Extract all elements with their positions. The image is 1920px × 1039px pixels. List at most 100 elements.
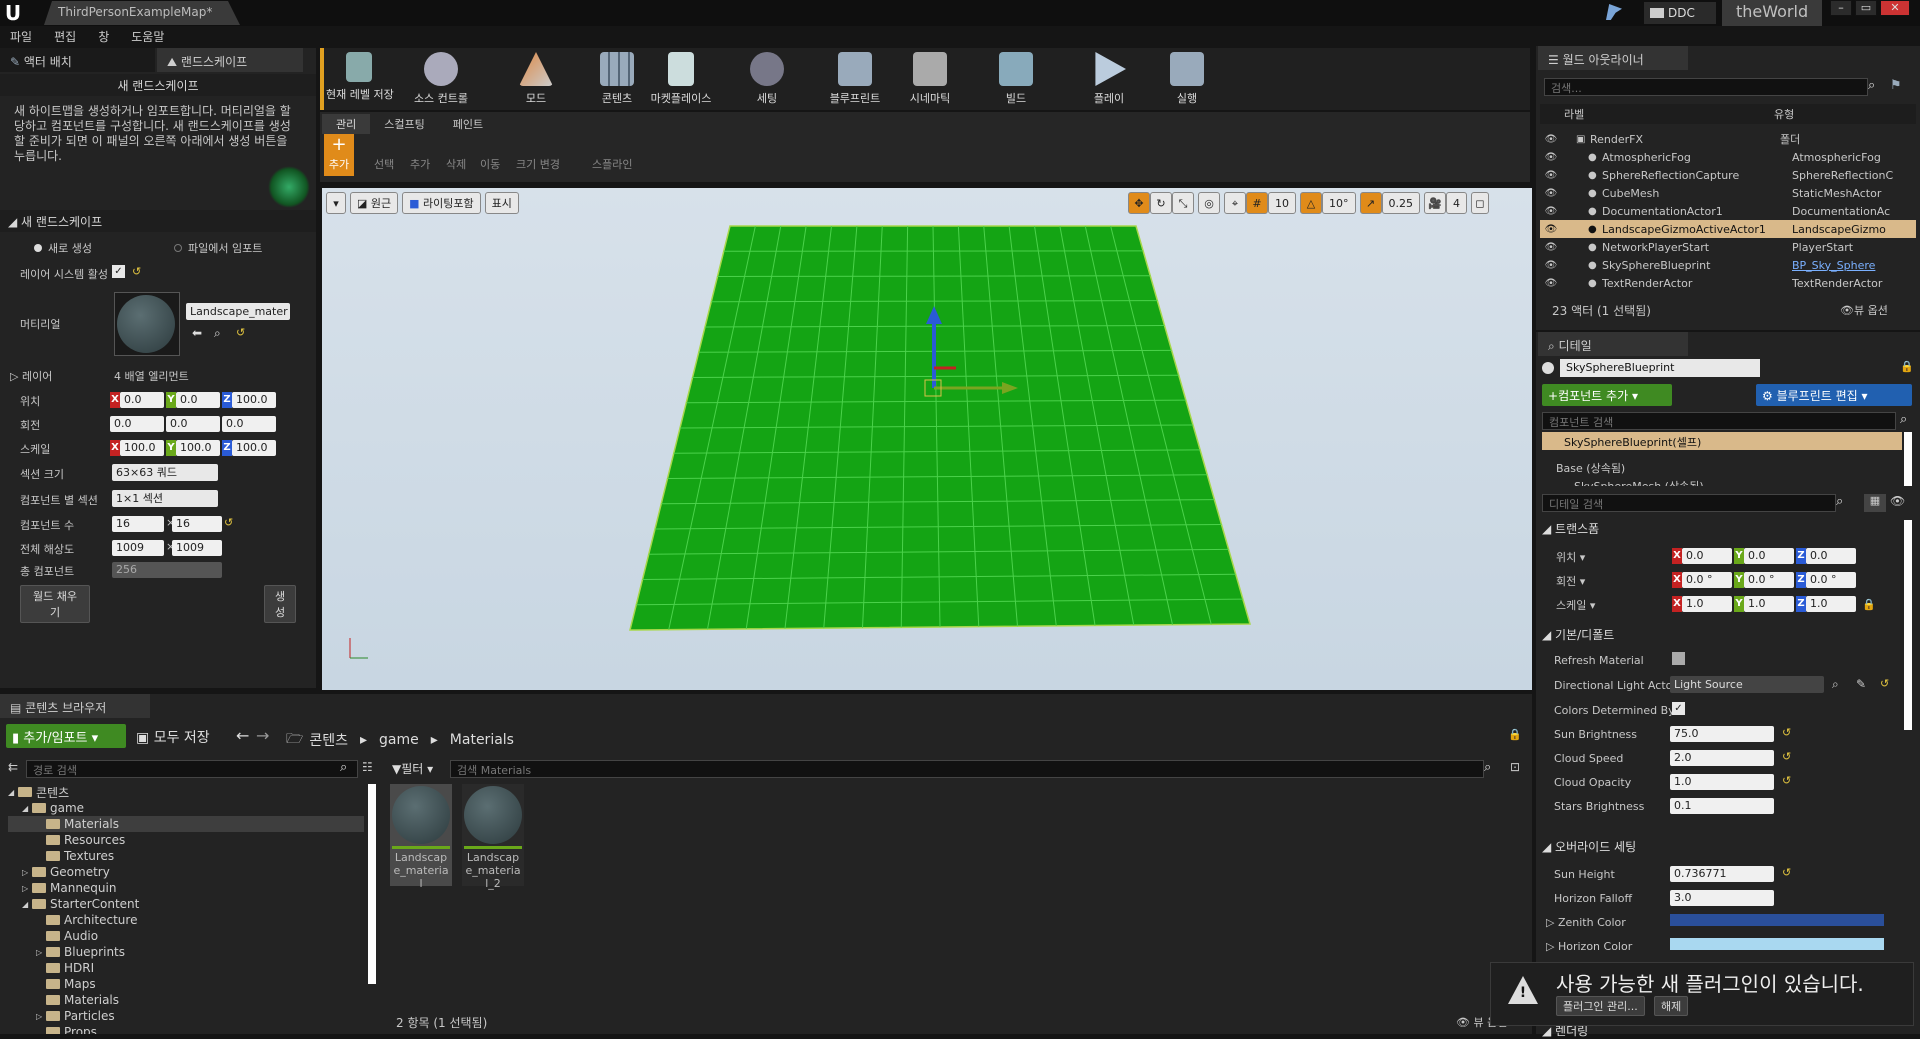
minimize-button[interactable]: – — [1830, 0, 1852, 16]
asset-tile[interactable]: Landscape_material_2 — [462, 784, 524, 886]
default-section[interactable]: ◢ 기본/디폴트 — [1542, 626, 1614, 643]
actor-name-field[interactable]: SkySphereBlueprint — [1560, 359, 1760, 377]
location-y-field[interactable]: 0.0 — [176, 392, 220, 408]
dismiss-button[interactable]: 해제 — [1654, 996, 1688, 1016]
location-x-field[interactable]: 0.0 — [120, 392, 164, 408]
folder-tree-item[interactable]: HDRI — [8, 960, 364, 976]
asset-search-input[interactable]: 검색 Materials — [450, 760, 1484, 778]
browse-search-icon[interactable]: ⌕ — [1832, 677, 1839, 692]
directional-light-actor-dropdown[interactable]: Light Source — [1670, 676, 1824, 693]
resolution-y-field[interactable]: 1009 — [172, 540, 222, 556]
folder-tree-item[interactable]: ▷Geometry — [8, 864, 364, 880]
sun-brightness-field[interactable]: 75.0 — [1670, 726, 1774, 742]
det-rotation-label[interactable]: 회전 ▾ — [1556, 573, 1585, 589]
zenith-color-label[interactable]: ▷ Zenith Color — [1546, 916, 1626, 929]
folder-tree-item[interactable]: Materials — [8, 816, 364, 832]
play-button[interactable]: 플레이 — [1076, 48, 1142, 106]
camera-speed-icon[interactable]: 🎥 — [1424, 192, 1446, 214]
tool-add[interactable]: 추가 — [410, 156, 430, 172]
world-local-icon[interactable]: ◎ — [1198, 192, 1220, 214]
visibility-eye-icon[interactable]: 👁 — [1540, 188, 1562, 199]
det-rotation-z[interactable]: 0.0 ° — [1806, 572, 1856, 588]
tab-sculpt[interactable]: 스컬프팅 — [370, 114, 438, 134]
det-location-label[interactable]: 위치 ▾ — [1556, 549, 1585, 565]
content-button[interactable]: 콘텐츠 — [584, 48, 650, 106]
visibility-eye-icon[interactable]: 👁 — [1540, 224, 1562, 235]
translate-mode-icon[interactable]: ✥ — [1128, 192, 1150, 214]
component-search-input[interactable]: 컴포넌트 검색 — [1542, 412, 1896, 430]
browse-search-icon[interactable]: ⌕ — [214, 326, 221, 341]
folder-tree-item[interactable]: ▷Particles — [8, 1008, 364, 1024]
edit-blueprint-button[interactable]: ⚙ 블루프린트 편집 ▾ — [1756, 384, 1912, 406]
section-size-dropdown[interactable]: 63×63 쿼드 — [112, 464, 218, 481]
maximize-button[interactable]: ▭ — [1855, 0, 1877, 16]
lit-button[interactable]: ■ 라이팅포함 — [402, 192, 481, 214]
folder-tree-item[interactable]: Resources — [8, 832, 364, 848]
rotation-snap-icon[interactable]: △ — [1300, 192, 1322, 214]
folder-tree-item[interactable]: ◢StarterContent — [8, 896, 364, 912]
filter-button[interactable]: ▼필터 ▾ — [392, 760, 433, 777]
history-forward-icon[interactable]: → — [256, 726, 269, 745]
content-lock-icon[interactable]: 🔒 — [1508, 728, 1522, 741]
det-location-z[interactable]: 0.0 — [1806, 548, 1856, 564]
folder-tree-item[interactable]: ▷Mannequin — [8, 880, 364, 896]
sources-toggle-icon[interactable]: ⇇ — [8, 760, 18, 774]
folder-tree-item[interactable]: ◢콘텐츠 — [8, 784, 364, 800]
tab-landscape[interactable]: ⛰ 랜드스케이프 — [157, 48, 303, 72]
settings-button[interactable]: 세팅 — [734, 48, 800, 106]
material-thumbnail[interactable] — [114, 292, 180, 356]
tool-move[interactable]: 이동 — [480, 156, 500, 172]
use-selected-arrow-icon[interactable]: ⬅ — [192, 326, 202, 340]
viewport-options-dropdown[interactable]: ▾ — [326, 192, 346, 214]
fill-world-button[interactable]: 월드 채우기 — [20, 585, 90, 623]
transform-section[interactable]: ◢ 트랜스폼 — [1542, 520, 1599, 537]
manage-plugins-button[interactable]: 플러그인 관리... — [1556, 996, 1645, 1016]
tree-options-icon[interactable]: ☷ — [362, 760, 373, 774]
self-component-row[interactable]: SkySphereBlueprint(셀프) — [1542, 432, 1902, 450]
add-import-button[interactable]: ▮ 추가/임포트 ▾ — [6, 724, 126, 748]
tab-details[interactable]: ⌕ 디테일 — [1538, 332, 1688, 356]
col-type[interactable]: 유형 — [1774, 106, 1794, 122]
add-component-button[interactable]: +컴포넌트 추가 ▾ — [1542, 384, 1672, 406]
tree-scrollbar[interactable] — [368, 784, 376, 984]
folder-tree-item[interactable]: Audio — [8, 928, 364, 944]
level-viewport[interactable]: ▾ ◪ 원근 ■ 라이팅포함 표시 ✥ ↻ ⤡ ◎ ⌖ # 10 △ 10° ↗… — [322, 188, 1532, 690]
folder-tree-item[interactable]: Props — [8, 1024, 364, 1034]
tool-add-new-button[interactable]: +추가 — [324, 134, 354, 176]
folder-tree-item[interactable]: ◢game — [8, 800, 364, 816]
base-component-row[interactable]: Base (상속됨) — [1556, 460, 1625, 476]
det-scale-y[interactable]: 1.0 — [1744, 596, 1794, 612]
scale-lock-icon[interactable]: 🔒 — [1862, 598, 1876, 611]
refresh-material-checkbox[interactable] — [1672, 652, 1685, 665]
perspective-button[interactable]: ◪ 원근 — [350, 192, 398, 214]
scale-y-field[interactable]: 100.0 — [176, 440, 220, 456]
tab-map[interactable]: ThirdPersonExampleMap* — [44, 1, 240, 25]
col-label[interactable]: 라벨 — [1564, 106, 1774, 122]
property-matrix-icon[interactable]: ▦ — [1864, 494, 1886, 512]
stars-brightness-field[interactable]: 0.1 — [1670, 798, 1774, 814]
breadcrumb-game[interactable]: game — [379, 732, 419, 748]
det-location-x[interactable]: 0.0 — [1682, 548, 1732, 564]
new-landscape-section[interactable]: ◢ 새 랜드스케이프 — [0, 210, 316, 232]
outliner-row[interactable]: 👁▣RenderFX폴더 — [1540, 130, 1916, 148]
show-button[interactable]: 표시 — [485, 192, 519, 214]
tool-select[interactable]: 선택 — [374, 156, 394, 172]
outliner-search-input[interactable]: 검색... — [1544, 78, 1868, 96]
path-search-input[interactable]: 경로 검색 — [26, 760, 358, 778]
outliner-options-icon[interactable]: ⚑ — [1890, 78, 1902, 93]
component-scrollbar[interactable] — [1904, 432, 1912, 486]
details-scrollbar[interactable] — [1904, 520, 1912, 730]
rotation-x-field[interactable]: 0.0 — [110, 416, 164, 432]
close-button[interactable]: ✕ — [1880, 0, 1910, 16]
details-view-options-icon[interactable]: 👁 — [1890, 494, 1905, 508]
outliner-row[interactable]: 👁●LandscapeGizmoActiveActor1LandscapeGiz… — [1540, 220, 1916, 238]
visibility-eye-icon[interactable]: 👁 — [1540, 242, 1562, 253]
reset-arrow-icon[interactable]: ↺ — [1880, 677, 1889, 690]
material-reset-icon[interactable]: ↺ — [236, 326, 245, 339]
visibility-eye-icon[interactable]: 👁 — [1540, 170, 1562, 181]
tab-paint[interactable]: 페인트 — [439, 114, 497, 134]
save-current-level-button[interactable]: 현재 레벨 저장 — [326, 48, 392, 106]
visibility-eye-icon[interactable]: 👁 — [1540, 278, 1562, 289]
rotation-y-field[interactable]: 0.0 — [166, 416, 220, 432]
create-button[interactable]: 생성 — [264, 585, 296, 623]
